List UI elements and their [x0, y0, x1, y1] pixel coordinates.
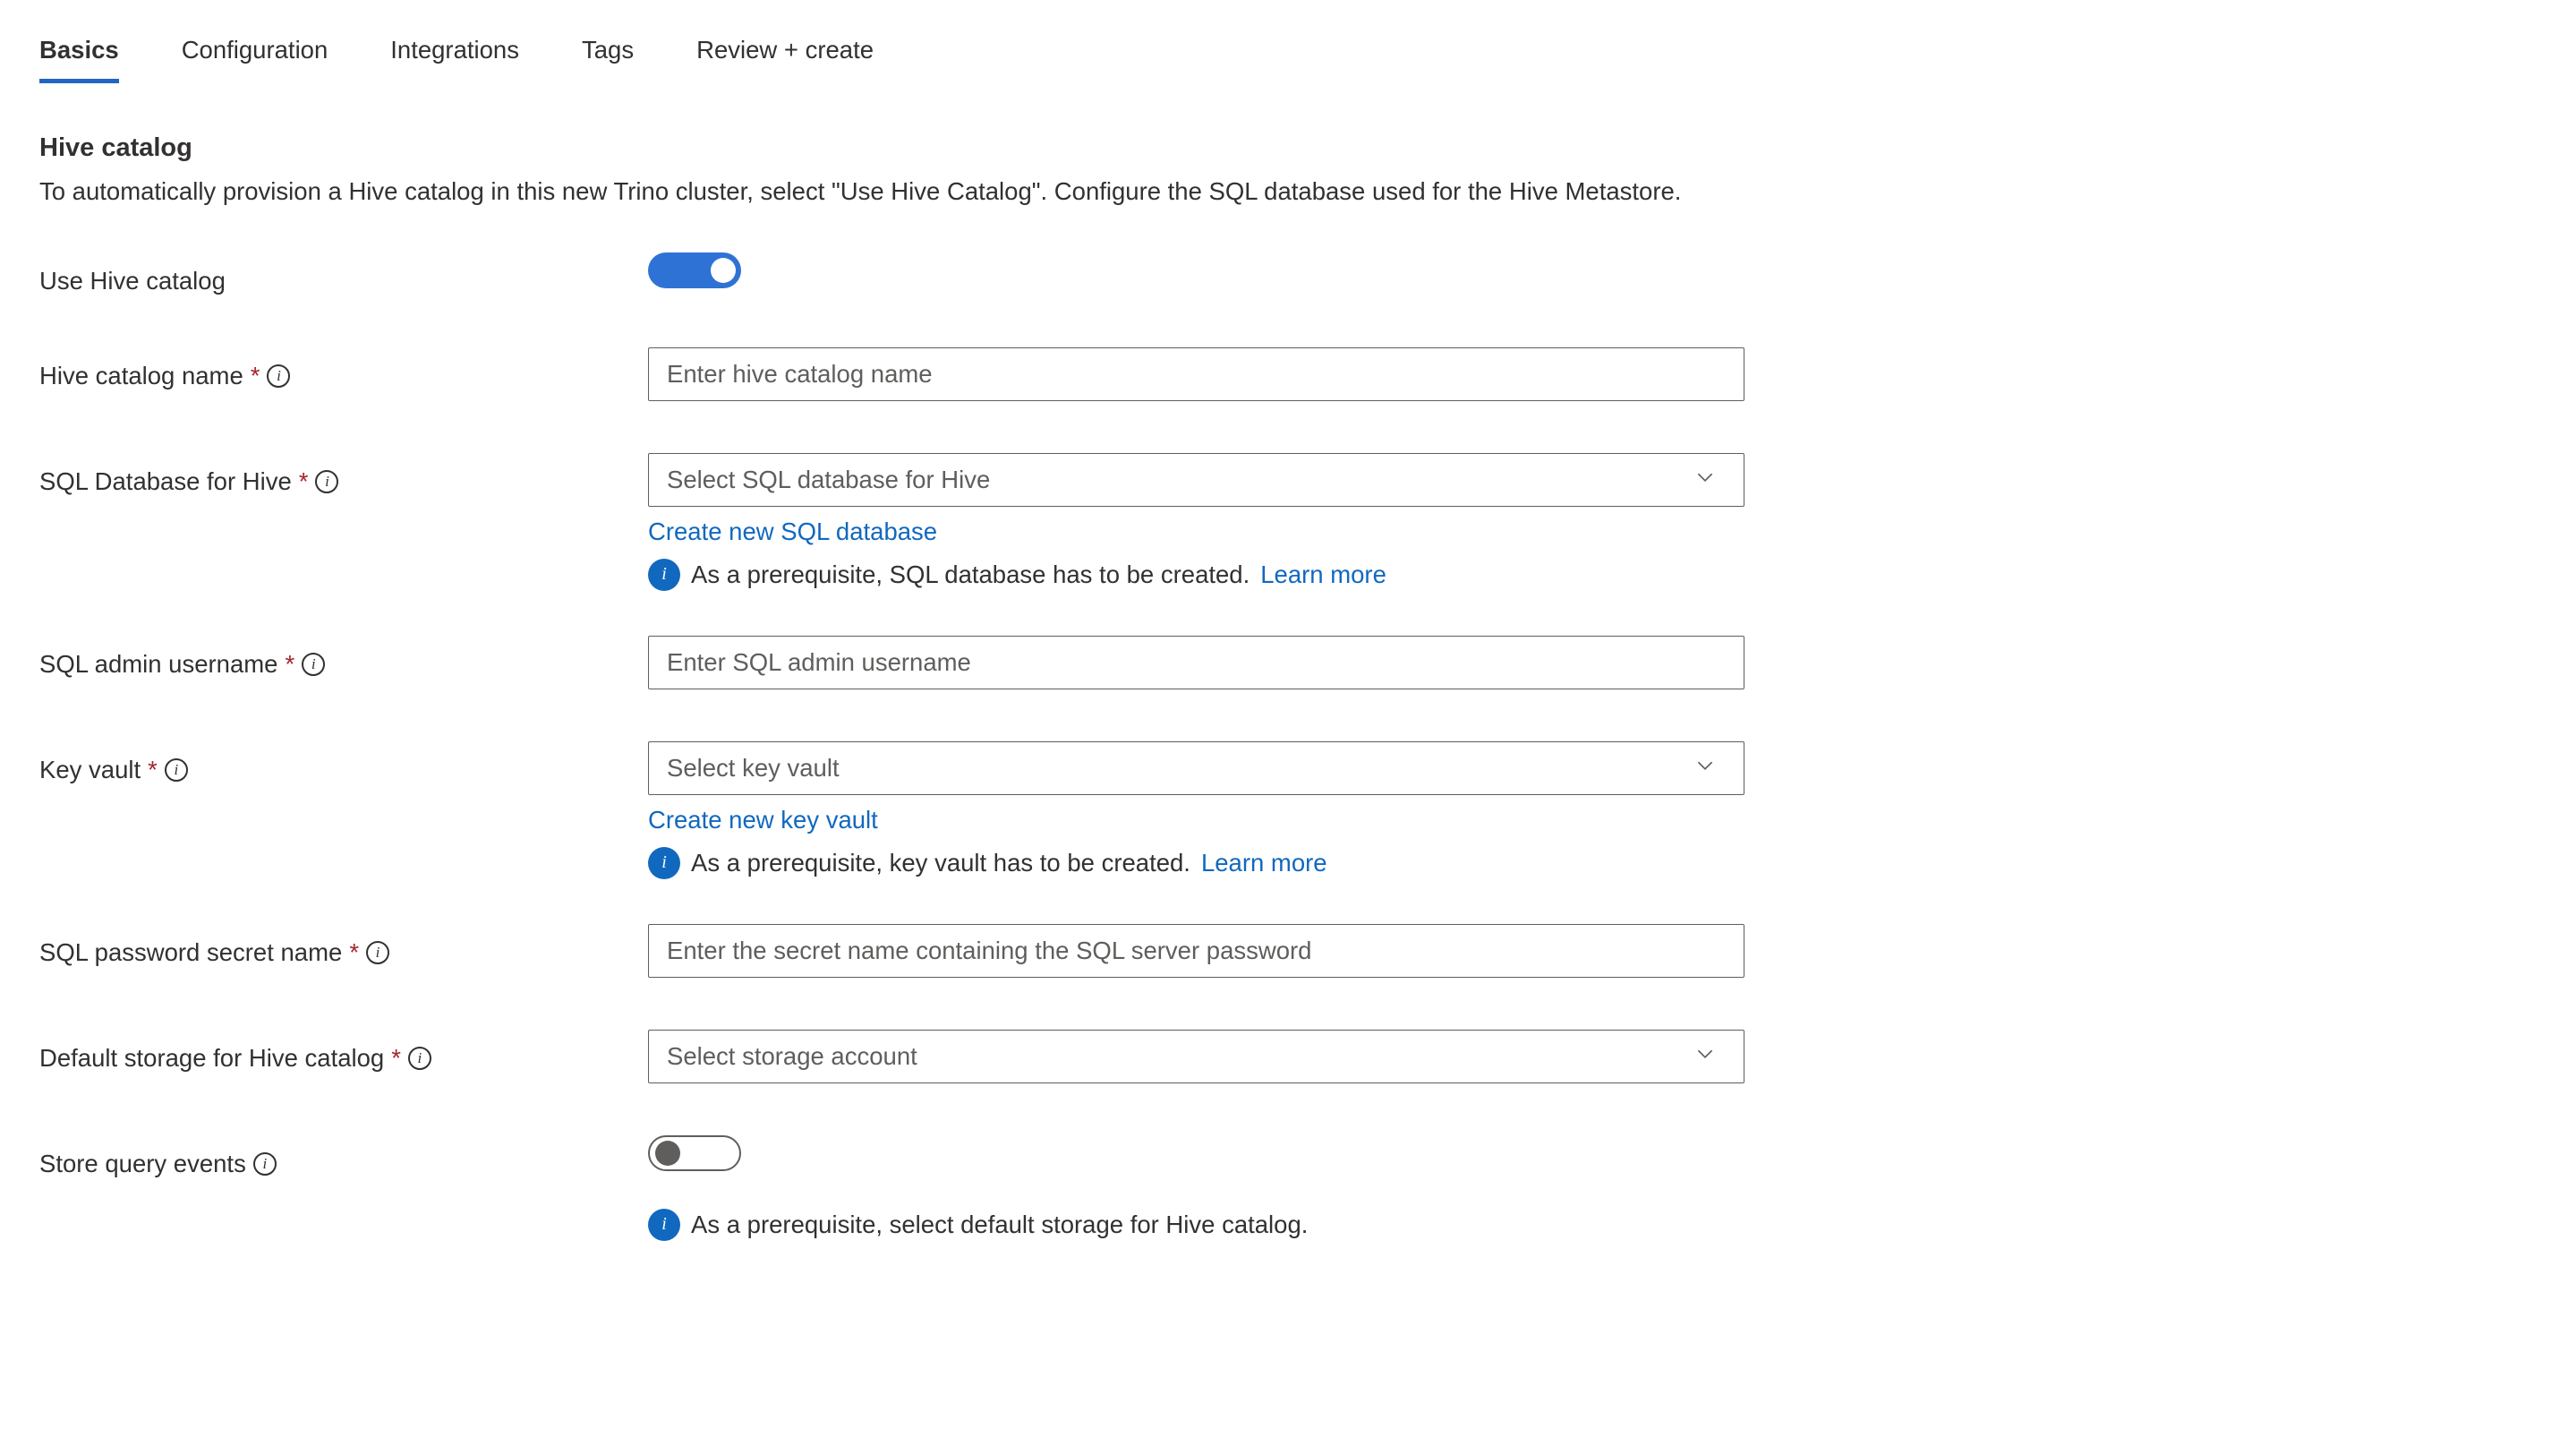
info-icon[interactable]: i — [408, 1047, 431, 1070]
info-icon[interactable]: i — [267, 364, 290, 388]
info-icon[interactable]: i — [302, 653, 325, 676]
chevron-down-icon — [1693, 465, 1717, 494]
key-vault-prereq-text: As a prerequisite, key vault has to be c… — [691, 849, 1190, 877]
info-badge-icon: i — [648, 559, 680, 591]
store-query-events-toggle[interactable] — [648, 1135, 741, 1171]
info-icon[interactable]: i — [165, 758, 188, 782]
sql-admin-username-label: SQL admin username — [39, 650, 277, 679]
default-storage-label: Default storage for Hive catalog — [39, 1044, 384, 1073]
chevron-down-icon — [1693, 1041, 1717, 1071]
section-description: To automatically provision a Hive catalo… — [39, 174, 1740, 210]
sql-password-secret-input[interactable] — [648, 924, 1744, 978]
sql-database-learn-more-link[interactable]: Learn more — [1260, 560, 1386, 589]
chevron-down-icon — [1693, 753, 1717, 783]
info-icon[interactable]: i — [366, 941, 389, 964]
use-hive-catalog-toggle[interactable] — [648, 252, 741, 288]
required-indicator: * — [391, 1044, 401, 1073]
default-storage-select[interactable]: Select storage account — [648, 1030, 1744, 1083]
required-indicator: * — [251, 362, 260, 390]
required-indicator: * — [148, 756, 158, 784]
sql-database-select[interactable]: Select SQL database for Hive — [648, 453, 1744, 507]
required-indicator: * — [349, 938, 359, 967]
key-vault-placeholder: Select key vault — [667, 754, 840, 783]
info-badge-icon: i — [648, 847, 680, 879]
create-sql-database-link[interactable]: Create new SQL database — [648, 518, 1744, 546]
use-hive-catalog-label: Use Hive catalog — [39, 267, 226, 295]
info-icon[interactable]: i — [315, 470, 338, 493]
tab-integrations[interactable]: Integrations — [390, 36, 519, 83]
key-vault-label: Key vault — [39, 756, 141, 784]
tab-tags[interactable]: Tags — [582, 36, 634, 83]
tab-review-create[interactable]: Review + create — [696, 36, 874, 83]
required-indicator: * — [299, 467, 309, 496]
tab-configuration[interactable]: Configuration — [182, 36, 328, 83]
sql-database-placeholder: Select SQL database for Hive — [667, 466, 990, 494]
store-events-prereq-text: As a prerequisite, select default storag… — [691, 1211, 1308, 1239]
info-badge-icon: i — [648, 1209, 680, 1241]
sql-database-prereq-text: As a prerequisite, SQL database has to b… — [691, 560, 1250, 589]
section-title: Hive catalog — [39, 133, 2537, 163]
create-key-vault-link[interactable]: Create new key vault — [648, 806, 1744, 834]
info-icon[interactable]: i — [253, 1152, 277, 1176]
store-query-events-label: Store query events — [39, 1150, 246, 1178]
sql-admin-username-input[interactable] — [648, 636, 1744, 689]
default-storage-placeholder: Select storage account — [667, 1042, 917, 1071]
required-indicator: * — [285, 650, 294, 679]
key-vault-learn-more-link[interactable]: Learn more — [1201, 849, 1327, 877]
sql-database-label: SQL Database for Hive — [39, 467, 292, 496]
hive-catalog-name-label: Hive catalog name — [39, 362, 243, 390]
tab-basics[interactable]: Basics — [39, 36, 119, 83]
sql-password-secret-label: SQL password secret name — [39, 938, 342, 967]
tabs-bar: Basics Configuration Integrations Tags R… — [39, 36, 2537, 83]
key-vault-select[interactable]: Select key vault — [648, 741, 1744, 795]
hive-catalog-name-input[interactable] — [648, 347, 1744, 401]
